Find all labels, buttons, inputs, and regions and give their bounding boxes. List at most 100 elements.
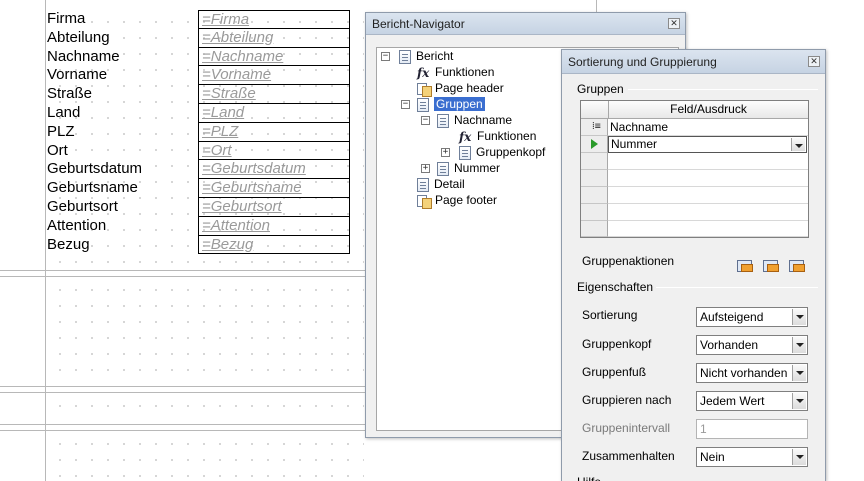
tree-node-group-nummer[interactable]: Nummer <box>437 160 500 176</box>
row-header[interactable] <box>581 221 608 237</box>
report-field[interactable]: =Vorname <box>198 66 350 86</box>
column-header-field[interactable]: Feld/Ausdruck <box>608 101 808 119</box>
table-corner <box>581 101 608 119</box>
tree-node-bericht[interactable]: Bericht <box>399 48 453 64</box>
field-column: =Firma =Abteilung =Nachname =Vorname =St… <box>198 10 350 255</box>
chevron-down-icon[interactable] <box>792 309 806 325</box>
section-separator <box>628 89 818 90</box>
properties-section-label: Eigenschaften <box>577 280 654 294</box>
function-icon: fx <box>417 65 430 80</box>
row-header[interactable] <box>581 153 608 170</box>
report-label[interactable]: Vorname <box>47 66 142 85</box>
report-label[interactable]: Abteilung <box>47 29 142 48</box>
tree-node-page-header[interactable]: Page header <box>417 80 504 97</box>
gruppenfuss-select[interactable]: Nicht vorhanden <box>696 363 808 383</box>
report-label[interactable]: Land <box>47 104 142 123</box>
table-row[interactable] <box>608 221 808 237</box>
row-header[interactable] <box>581 187 608 204</box>
left-margin-line <box>45 0 46 481</box>
section-separator <box>656 287 818 288</box>
tree-node-gruppen[interactable]: Gruppen <box>417 96 485 112</box>
collapse-icon[interactable]: − <box>401 100 410 109</box>
table-row[interactable] <box>608 187 808 204</box>
move-down-icon[interactable] <box>760 257 780 275</box>
report-label[interactable]: PLZ <box>47 123 142 142</box>
report-field[interactable]: =Land <box>198 103 350 123</box>
row-header[interactable]: ⁞≡ <box>581 119 608 136</box>
expand-icon[interactable]: + <box>421 164 430 173</box>
gruppenintervall-field[interactable]: 1 <box>696 419 808 439</box>
close-icon[interactable]: ✕ <box>808 56 820 67</box>
zusammenhalten-select[interactable]: Nein <box>696 447 808 467</box>
report-field[interactable]: =Geburtsdatum <box>198 160 350 180</box>
gruppieren-nach-select[interactable]: Jedem Wert <box>696 391 808 411</box>
chevron-down-icon[interactable] <box>792 449 806 465</box>
section-divider <box>0 392 370 393</box>
row-header[interactable] <box>581 170 608 187</box>
report-label[interactable]: Attention <box>47 217 142 236</box>
report-label[interactable]: Geburtsname <box>47 179 142 198</box>
report-field[interactable]: =Geburtsort <box>198 197 350 217</box>
row-header[interactable] <box>581 204 608 221</box>
move-up-icon[interactable] <box>734 257 754 275</box>
report-field[interactable]: =Attention <box>198 216 350 236</box>
group-header-icon <box>459 145 471 160</box>
report-label[interactable]: Geburtsdatum <box>47 160 142 179</box>
section-icon <box>417 194 432 209</box>
section-divider <box>0 276 370 277</box>
groups-table[interactable]: Feld/Ausdruck ⁞≡ Nachname Nummer <box>580 100 809 238</box>
report-field[interactable]: =Firma <box>198 10 350 29</box>
expand-icon[interactable]: + <box>441 148 450 157</box>
grid-dots <box>52 436 364 481</box>
report-label[interactable]: Nachname <box>47 48 142 67</box>
table-row[interactable] <box>608 170 808 187</box>
report-field[interactable]: =Geburtsname <box>198 179 350 198</box>
report-field[interactable]: =Abteilung <box>198 28 350 48</box>
grid-dots <box>52 398 364 420</box>
collapse-icon[interactable]: − <box>381 52 390 61</box>
tree-node-page-footer[interactable]: Page footer <box>417 192 497 209</box>
tree-node-detail[interactable]: Detail <box>417 176 465 192</box>
current-row-icon <box>591 139 598 149</box>
table-row[interactable] <box>608 204 808 221</box>
navigator-title: Bericht-Navigator <box>372 17 465 31</box>
tree-node-funktionen[interactable]: fx Funktionen <box>417 64 494 80</box>
section-divider <box>0 270 370 271</box>
report-field[interactable]: =Straße <box>198 85 350 104</box>
report-icon <box>399 49 411 64</box>
detail-icon <box>417 177 429 192</box>
report-label[interactable]: Straße <box>47 85 142 104</box>
chevron-down-icon[interactable] <box>791 138 805 151</box>
function-icon: fx <box>459 129 472 144</box>
help-section-label: Hilfe <box>577 476 601 481</box>
tree-node-gruppenkopf[interactable]: Gruppenkopf <box>459 144 545 160</box>
table-row[interactable]: Nachname <box>608 119 808 136</box>
tree-node-group-funktionen[interactable]: fx Funktionen <box>459 128 536 144</box>
collapse-icon[interactable]: − <box>421 116 430 125</box>
report-label[interactable]: Bezug <box>47 236 142 255</box>
chevron-down-icon[interactable] <box>792 365 806 381</box>
top-right-ruler-line <box>596 0 597 12</box>
report-field[interactable]: =PLZ <box>198 122 350 142</box>
report-field[interactable]: =Nachname <box>198 47 350 67</box>
report-field[interactable]: =Bezug <box>198 235 350 255</box>
sorting-title: Sortierung und Gruppierung <box>568 55 717 69</box>
sorting-titlebar[interactable]: Sortierung und Gruppierung ✕ <box>562 50 825 74</box>
report-field[interactable]: =Ort <box>198 141 350 161</box>
prop-label-sortierung: Sortierung <box>582 308 638 322</box>
sortierung-select[interactable]: Aufsteigend <box>696 307 808 327</box>
group-icon <box>437 161 449 176</box>
delete-group-icon[interactable] <box>786 257 806 275</box>
report-label[interactable]: Firma <box>47 10 142 29</box>
report-label[interactable]: Ort <box>47 142 142 161</box>
close-icon[interactable]: ✕ <box>668 18 680 29</box>
gruppenkopf-select[interactable]: Vorhanden <box>696 335 808 355</box>
navigator-titlebar[interactable]: Bericht-Navigator ✕ <box>366 13 685 35</box>
table-row[interactable] <box>608 153 808 170</box>
row-header[interactable] <box>581 136 608 153</box>
chevron-down-icon[interactable] <box>792 337 806 353</box>
table-row-combo[interactable]: Nummer <box>608 136 807 153</box>
report-label[interactable]: Geburtsort <box>47 198 142 217</box>
tree-node-group-nachname[interactable]: Nachname <box>437 112 512 128</box>
chevron-down-icon[interactable] <box>792 393 806 409</box>
